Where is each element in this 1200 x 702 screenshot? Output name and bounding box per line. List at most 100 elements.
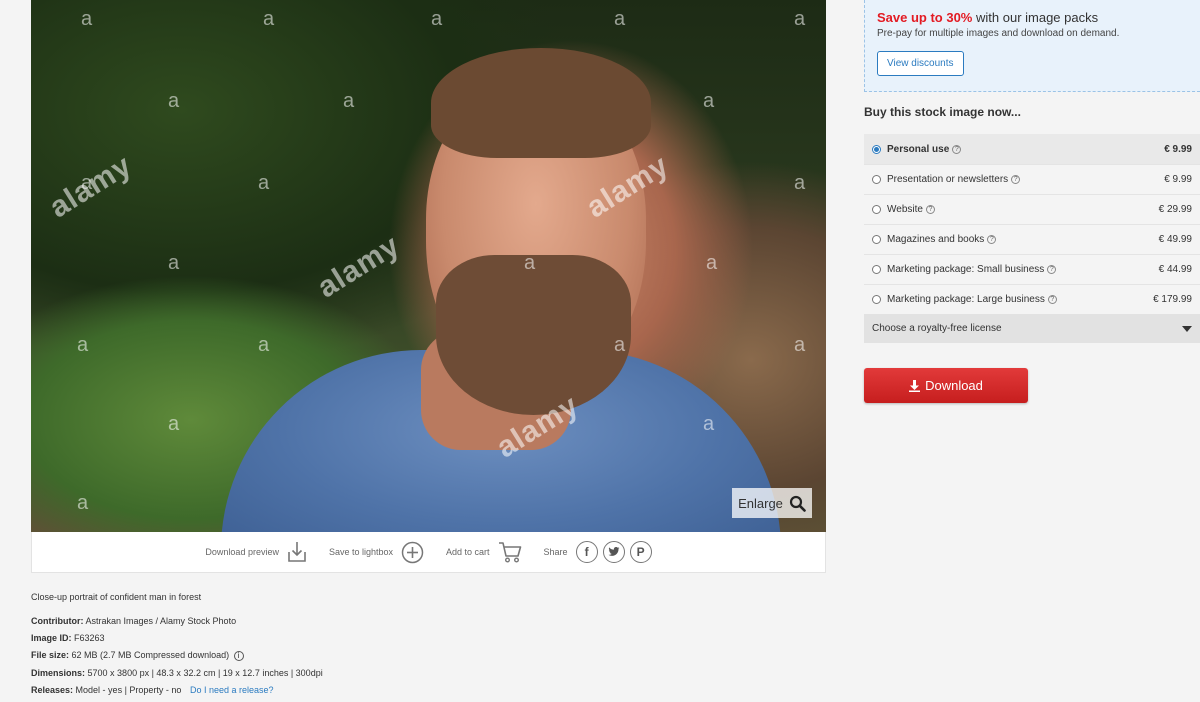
license-label: Website: [887, 204, 923, 215]
watermark-letter: a: [614, 334, 626, 356]
download-preview-button[interactable]: Download preview: [205, 541, 307, 563]
promo-highlight: Save up to 30%: [877, 10, 973, 25]
license-option-personal-use[interactable]: Personal use ? € 9.99: [864, 134, 1200, 164]
watermark-letter: a: [794, 334, 806, 356]
image-action-bar: Download preview Save to lightbox Add to…: [31, 532, 826, 573]
watermark-letter: a: [524, 252, 536, 274]
help-icon[interactable]: ?: [1047, 295, 1057, 304]
license-price: € 29.99: [1158, 204, 1192, 215]
watermark-letter: a: [431, 8, 443, 30]
download-arrow-icon: [909, 379, 921, 392]
watermark-letter: a: [168, 252, 180, 274]
license-option-website[interactable]: Website ? € 29.99: [864, 194, 1200, 224]
dimensions-row: Dimensions: 5700 x 3800 px | 48.3 x 32.2…: [31, 668, 323, 678]
help-icon[interactable]: ?: [987, 235, 997, 244]
photo-subject-hair: [431, 48, 651, 158]
photo-subject-beard: [436, 255, 631, 415]
enlarge-button[interactable]: Enlarge: [732, 488, 812, 518]
license-option-presentation[interactable]: Presentation or newsletters ? € 9.99: [864, 164, 1200, 194]
view-discounts-button[interactable]: View discounts: [877, 51, 964, 76]
help-icon[interactable]: ?: [952, 144, 962, 154]
watermark-letter: a: [343, 90, 355, 112]
image-pack-promo: Save up to 30% with our image packs Pre-…: [864, 0, 1200, 92]
radio-selected-icon[interactable]: [872, 144, 881, 154]
license-label: Magazines and books: [887, 234, 985, 245]
image-id-value: F63263: [74, 633, 105, 643]
watermark-letter: a: [81, 8, 93, 30]
radio-icon[interactable]: [872, 265, 881, 274]
watermark-letter: a: [794, 8, 806, 30]
promo-subtext: Pre-pay for multiple images and download…: [877, 28, 1120, 39]
watermark-letter: a: [77, 492, 89, 514]
radio-icon[interactable]: [872, 235, 881, 244]
enlarge-label: Enlarge: [738, 495, 783, 511]
watermark-letter: a: [258, 334, 270, 356]
watermark-letter: a: [168, 90, 180, 112]
save-to-lightbox-label: Save to lightbox: [328, 547, 394, 557]
facebook-icon[interactable]: f: [575, 541, 598, 563]
releases-value: Model - yes | Property - no: [75, 684, 182, 695]
stock-photo[interactable]: a a a a a a a a a a a a a a a a a a a a …: [31, 0, 826, 532]
watermark-letter: a: [703, 90, 715, 112]
pinterest-icon[interactable]: P: [629, 541, 652, 563]
license-price: € 44.99: [1158, 264, 1192, 275]
license-price: € 179.99: [1153, 294, 1192, 305]
magnifier-icon: [789, 495, 806, 512]
contributor-row: Contributor: Astrakan Images / Alamy Sto…: [31, 616, 323, 626]
alamy-watermark-logo: alamy: [43, 148, 138, 225]
buy-title: Buy this stock image now...: [864, 105, 1021, 119]
license-price: € 9.99: [1164, 143, 1192, 155]
promo-headline: Save up to 30% with our image packs: [877, 10, 1188, 25]
royalty-free-license-dropdown[interactable]: Choose a royalty-free license: [864, 314, 1200, 343]
caret-down-icon: [1182, 325, 1192, 332]
image-id-label: Image ID:: [31, 633, 72, 643]
radio-icon[interactable]: [872, 175, 881, 184]
help-icon[interactable]: ?: [1011, 175, 1021, 184]
download-button[interactable]: Download: [864, 368, 1028, 403]
plus-circle-icon: [401, 541, 424, 563]
save-to-lightbox-button[interactable]: Save to lightbox: [329, 541, 424, 564]
image-caption: Close-up portrait of confident man in fo…: [31, 592, 202, 602]
license-label: Marketing package: Small business: [887, 264, 1045, 275]
watermark-letter: a: [614, 8, 626, 30]
license-label: Presentation or newsletters: [887, 174, 1009, 185]
download-preview-label: Download preview: [205, 547, 279, 557]
watermark-letter: a: [703, 413, 715, 435]
add-to-cart-label: Add to cart: [446, 547, 490, 557]
share-group: Share f P: [544, 541, 652, 563]
license-list: Personal use ? € 9.99 Presentation or ne…: [864, 134, 1200, 343]
cart-icon: [498, 542, 521, 563]
license-label: Personal use: [887, 143, 950, 155]
release-help-link[interactable]: Do I need a release?: [190, 685, 274, 695]
radio-icon[interactable]: [872, 205, 881, 214]
info-icon[interactable]: i: [233, 650, 244, 661]
license-option-magazines[interactable]: Magazines and books ? € 49.99: [864, 224, 1200, 254]
contributor-label: Contributor:: [31, 616, 84, 626]
alamy-watermark-logo: alamy: [311, 228, 406, 305]
license-option-marketing-small[interactable]: Marketing package: Small business ? € 44…: [864, 254, 1200, 284]
file-size-row: File size: 62 MB (2.7 MB Compressed down…: [31, 650, 323, 661]
license-price: € 9.99: [1164, 174, 1192, 185]
radio-icon[interactable]: [872, 295, 881, 304]
help-icon[interactable]: ?: [1047, 265, 1057, 274]
twitter-icon[interactable]: [602, 541, 625, 563]
file-size-value: 62 MB (2.7 MB Compressed download): [71, 650, 230, 660]
watermark-letter: a: [168, 413, 180, 435]
image-id-row: Image ID: F63263: [31, 633, 323, 643]
promo-headline-rest: with our image packs: [976, 10, 1099, 25]
watermark-letter: a: [794, 172, 806, 194]
contributor-value: Astrakan Images / Alamy Stock Photo: [85, 616, 237, 626]
releases-row: Releases: Model - yes | Property - no Do…: [31, 685, 323, 695]
dimensions-value: 5700 x 3800 px | 48.3 x 32.2 cm | 19 x 1…: [87, 667, 323, 678]
image-details: Close-up portrait of confident man in fo…: [31, 592, 323, 702]
license-option-marketing-large[interactable]: Marketing package: Large business ? € 17…: [864, 284, 1200, 314]
add-to-cart-button[interactable]: Add to cart: [446, 541, 522, 563]
releases-label: Releases:: [31, 684, 74, 695]
share-label: Share: [543, 547, 568, 557]
license-label: Marketing package: Large business: [887, 294, 1045, 305]
watermark-letter: a: [258, 172, 270, 194]
help-icon[interactable]: ?: [925, 205, 935, 214]
download-icon: [288, 542, 306, 562]
watermark-letter: a: [706, 252, 718, 274]
watermark-letter: a: [77, 334, 89, 356]
